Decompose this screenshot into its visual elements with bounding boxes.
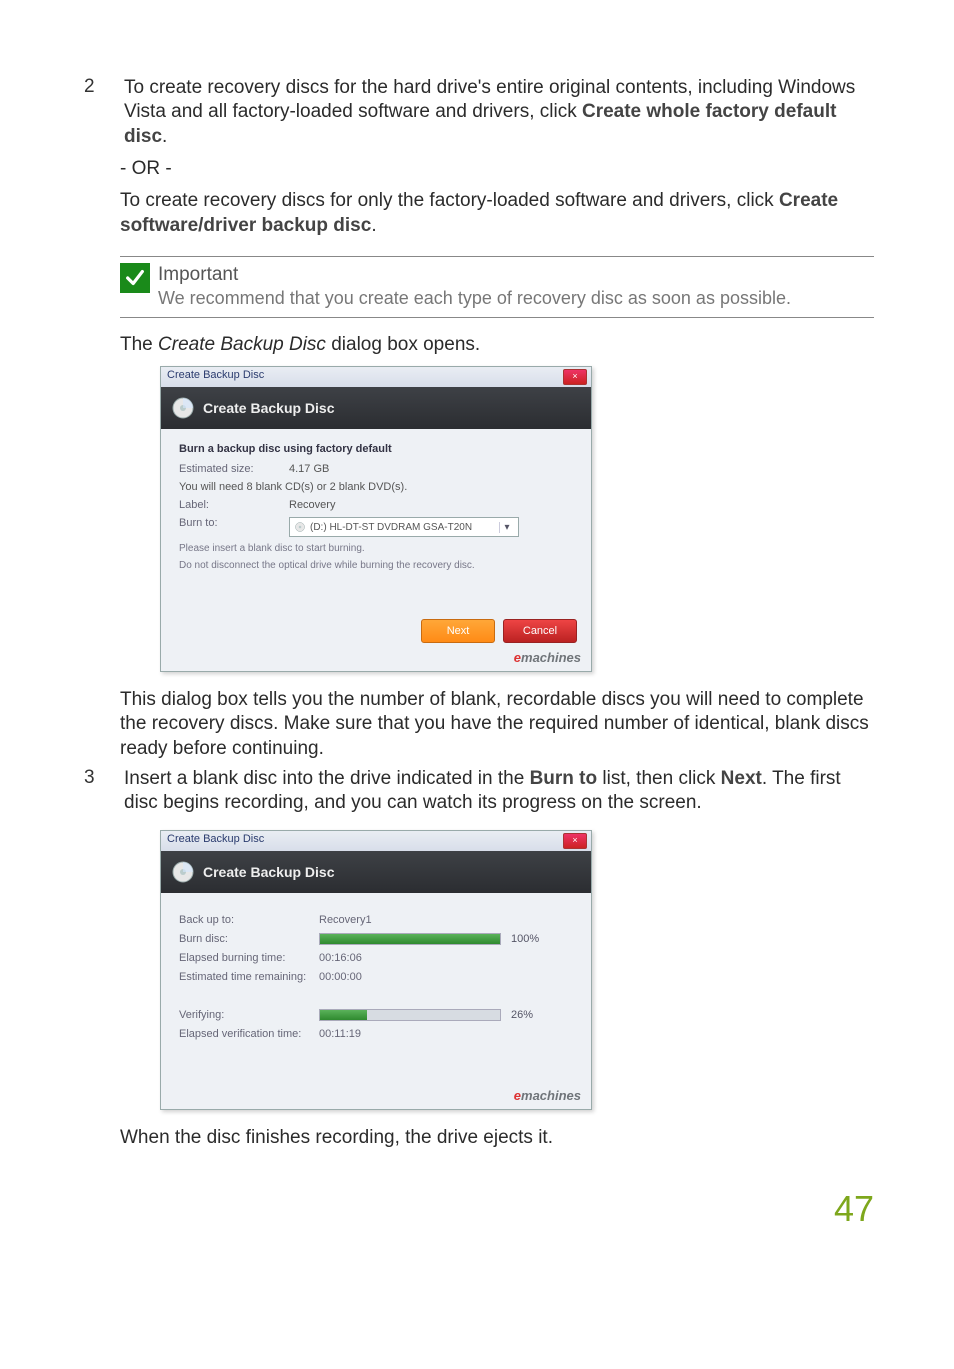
after-ss1-text: This dialog box tells you the number of …	[120, 688, 874, 761]
step-3-body: Insert a blank disc into the drive indic…	[124, 767, 874, 816]
brand-rest: machines	[521, 1088, 581, 1103]
brand-logo: emachines	[161, 647, 591, 671]
dialog2-titlebar: Create Backup Disc ×	[161, 831, 591, 851]
dialog-open-line: The Create Backup Disc dialog box opens.	[120, 334, 874, 356]
verify-progress-pct: 26%	[511, 1009, 533, 1021]
step2-tail2: .	[371, 215, 376, 236]
next-button[interactable]: Next	[421, 619, 495, 643]
burn-progress-fill	[320, 934, 500, 944]
cd-icon	[171, 396, 195, 420]
brand-rest: machines	[521, 650, 581, 665]
note1: Please insert a blank disc to start burn…	[179, 543, 573, 554]
chevron-down-icon[interactable]: ▾	[499, 522, 514, 533]
burn-disc-label: Burn disc:	[179, 933, 319, 945]
open-pre: The	[120, 334, 158, 355]
step2-or: - OR -	[120, 157, 874, 181]
burnto-combobox[interactable]: (D:) HL-DT-ST DVDRAM GSA-T20N ▾	[289, 517, 519, 537]
important-block: Important We recommend that you create e…	[120, 256, 874, 318]
brand-logo: emachines	[161, 1085, 591, 1109]
dialog2-header-text: Create Backup Disc	[203, 864, 335, 880]
remaining-value: 00:00:00	[319, 971, 362, 983]
cd-icon	[171, 860, 195, 884]
drive-icon	[294, 521, 306, 533]
close-icon[interactable]: ×	[563, 833, 587, 849]
step-2-body: To create recovery discs for the hard dr…	[124, 76, 874, 149]
label-label: Label:	[179, 499, 289, 511]
verify-label: Verifying:	[179, 1009, 319, 1021]
burnto-value: (D:) HL-DT-ST DVDRAM GSA-T20N	[310, 522, 472, 533]
step-number: 3	[80, 767, 124, 816]
burn-progress-pct: 100%	[511, 933, 539, 945]
open-italic: Create Backup Disc	[158, 334, 326, 355]
dialog1-header-text: Create Backup Disc	[203, 400, 335, 416]
brand-e: e	[514, 650, 521, 665]
backup-to-label: Back up to:	[179, 914, 319, 926]
elapsed-ver-value: 00:11:19	[319, 1028, 361, 1040]
step2-tail1: .	[162, 126, 167, 147]
brand-e: e	[514, 1088, 521, 1103]
dialog1-header: Create Backup Disc	[161, 387, 591, 429]
elapsed-burn-value: 00:16:06	[319, 952, 362, 964]
elapsed-ver-label: Elapsed verification time:	[179, 1028, 319, 1040]
s3bold1: Burn to	[530, 768, 598, 789]
label-value: Recovery	[289, 499, 335, 511]
step-number: 2	[80, 76, 124, 149]
step2-para2: To create recovery discs for only the fa…	[120, 189, 874, 238]
check-icon	[120, 263, 150, 293]
dialog1-title: Create Backup Disc	[167, 369, 264, 381]
dialog-create-backup-2: Create Backup Disc × Create Backup Disc …	[160, 830, 592, 1110]
need-text: You will need 8 blank CD(s) or 2 blank D…	[179, 481, 407, 493]
burn-progress-bar	[319, 933, 501, 945]
backup-to-value: Recovery1	[319, 914, 372, 926]
dialog2-header: Create Backup Disc	[161, 851, 591, 893]
remaining-label: Estimated time remaining:	[179, 971, 319, 983]
dialog-create-backup-1: Create Backup Disc × Create Backup Disc …	[160, 366, 592, 672]
verify-progress-bar	[319, 1009, 501, 1021]
s3bold2: Next	[721, 768, 762, 789]
cancel-button[interactable]: Cancel	[503, 619, 577, 643]
dialog2-title: Create Backup Disc	[167, 833, 264, 845]
important-title: Important	[158, 263, 791, 287]
important-body: We recommend that you create each type o…	[158, 288, 791, 308]
close-icon[interactable]: ×	[563, 369, 587, 385]
page-number: 47	[834, 1188, 874, 1230]
step2-text2: To create recovery discs for only the fa…	[120, 190, 779, 211]
dialog1-titlebar: Create Backup Disc ×	[161, 367, 591, 387]
important-text: Important We recommend that you create e…	[158, 263, 791, 309]
est-size-label: Estimated size:	[179, 463, 289, 475]
after-ss2-text: When the disc finishes recording, the dr…	[120, 1126, 874, 1150]
note2: Do not disconnect the optical drive whil…	[179, 560, 573, 571]
burnto-label: Burn to:	[179, 517, 289, 537]
est-size-value: 4.17 GB	[289, 463, 329, 475]
open-post: dialog box opens.	[326, 334, 480, 355]
verify-progress-fill	[320, 1010, 367, 1020]
s3a: Insert a blank disc into the drive indic…	[124, 768, 530, 789]
s3b: list, then click	[597, 768, 721, 789]
elapsed-burn-label: Elapsed burning time:	[179, 952, 319, 964]
dialog1-section: Burn a backup disc using factory default	[179, 443, 573, 455]
